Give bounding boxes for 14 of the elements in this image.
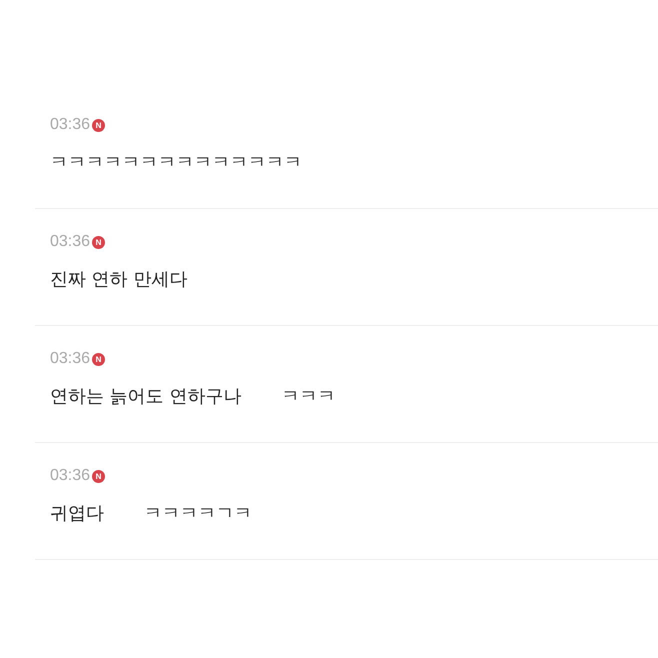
comment-text: 진짜 연하 만세다	[50, 268, 188, 291]
comment-text: 귀엽다	[50, 502, 104, 525]
new-badge: N	[92, 470, 106, 482]
new-badge: N	[92, 236, 106, 248]
comment-time: 03:36	[50, 467, 90, 485]
comment-time: 03:36	[50, 116, 90, 134]
new-badge: N	[92, 352, 106, 366]
comment-text: ㅋㅋㅋㅋㅋㅋㅋㅋㅋㅋㅋㅋㅋㅋ	[50, 151, 302, 174]
comment-text: 연하는 늙어도 연하구나	[50, 385, 242, 408]
new-badge: N	[92, 118, 106, 132]
comment-text: ㅋㅋㅋㅋㄱㅋ	[144, 502, 252, 525]
comment-text: ㅋㅋㅋ	[281, 385, 336, 408]
comment-time: 03:36	[50, 350, 90, 368]
comment-time: 03:36	[50, 233, 90, 251]
